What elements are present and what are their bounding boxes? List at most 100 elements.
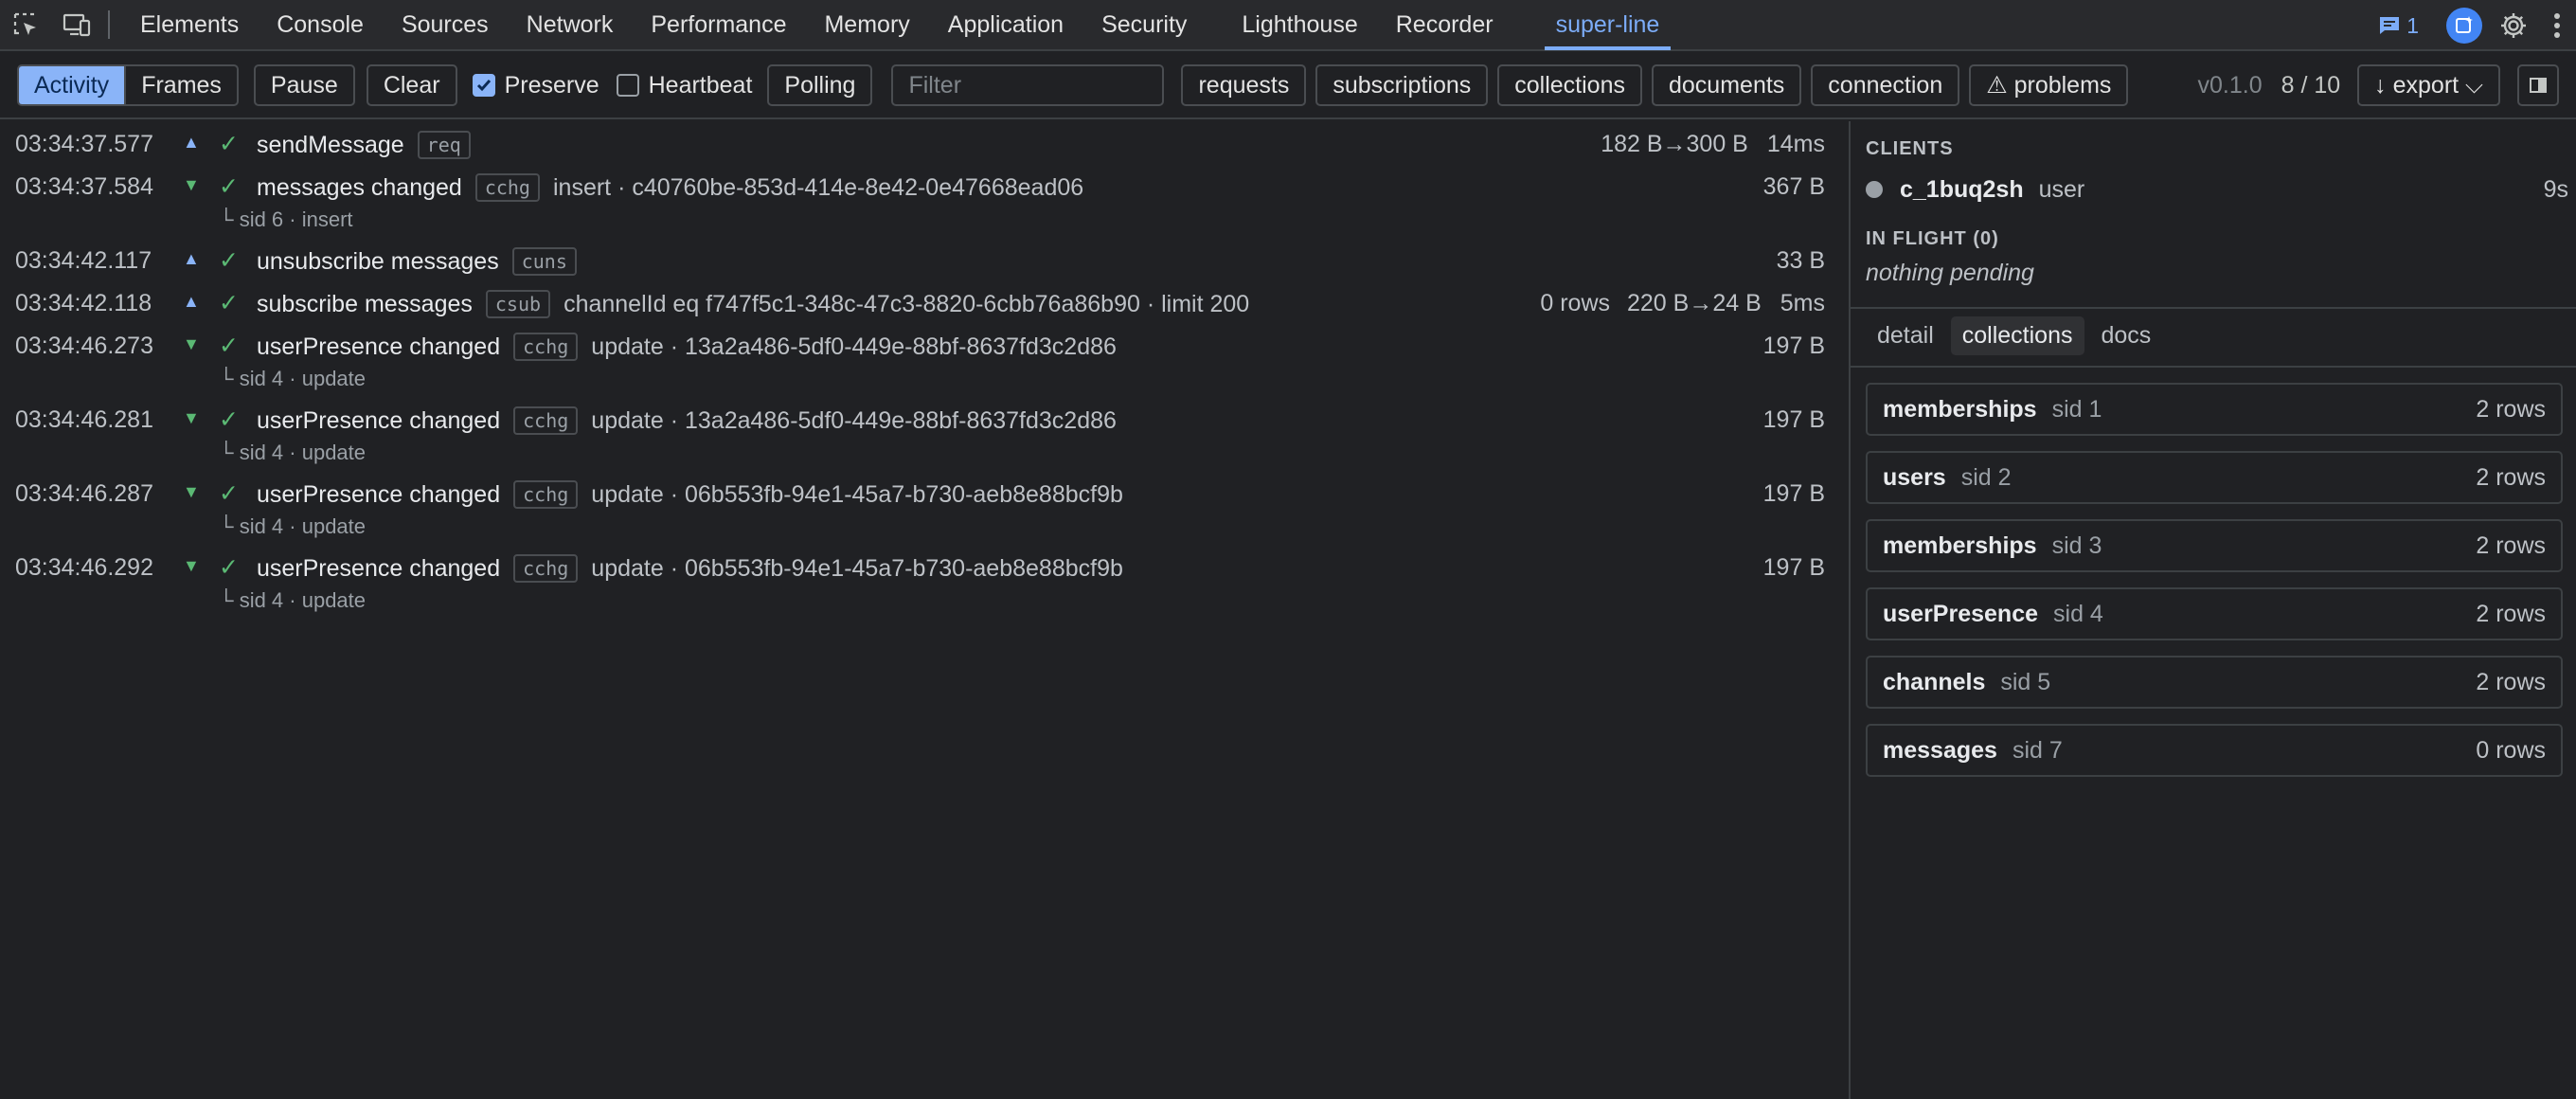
- version-label: v0.1.0: [2197, 71, 2263, 99]
- collection-name: messages: [1883, 736, 1997, 764]
- collection-rows: 2 rows: [2476, 463, 2546, 491]
- log-row[interactable]: 03:34:42.118 ▲ ✓ subscribe messages csub…: [0, 282, 1847, 324]
- collection-sid: sid 7: [2012, 736, 2063, 764]
- log-timestamp: 03:34:46.273: [15, 333, 153, 359]
- tab-console[interactable]: Console: [258, 0, 383, 50]
- view-activity-button[interactable]: Activity: [19, 66, 125, 104]
- log-row[interactable]: 03:34:46.292 ▼ ✓ userPresence changed cc…: [0, 547, 1847, 612]
- log-row[interactable]: 03:34:46.287 ▼ ✓ userPresence changed cc…: [0, 473, 1847, 538]
- heartbeat-checkbox[interactable]: Heartbeat: [616, 71, 753, 99]
- collection-item[interactable]: users sid 2 2 rows: [1866, 451, 2563, 504]
- log-meta: 197 B: [1763, 333, 1825, 360]
- issues-counter[interactable]: 1: [2378, 13, 2419, 39]
- log-size: 182 B→300 B: [1601, 131, 1748, 157]
- heartbeat-label: Heartbeat: [648, 71, 753, 99]
- log-main: userPresence changed cchg update · 06b55…: [257, 554, 1123, 583]
- in-flight-empty: nothing pending: [1866, 260, 2034, 286]
- log-badge: cchg: [513, 480, 579, 509]
- ai-assistance-button[interactable]: [2440, 0, 2489, 51]
- log-name: userPresence changed: [257, 554, 501, 582]
- preserve-check-box[interactable]: [472, 74, 495, 97]
- pause-button[interactable]: Pause: [253, 64, 355, 106]
- log-timestamp: 03:34:37.584: [15, 173, 153, 200]
- log-meta: 33 B: [1777, 247, 1825, 275]
- tab-network[interactable]: Network: [508, 0, 633, 50]
- filter-requests-button[interactable]: requests: [1181, 64, 1307, 106]
- tab-super-line[interactable]: super-line: [1537, 0, 1679, 50]
- tab-elements[interactable]: Elements: [121, 0, 258, 50]
- log-detail: update · 13a2a486-5df0-449e-88bf-8637fd3…: [591, 333, 1117, 360]
- collection-sid: sid 4: [2053, 600, 2103, 627]
- polling-button[interactable]: Polling: [767, 64, 873, 106]
- tab-security[interactable]: Security: [1082, 0, 1206, 50]
- log-badge: cchg: [513, 406, 579, 435]
- collection-sid: sid 3: [2051, 531, 2102, 559]
- export-dropdown[interactable]: ↓ export ⌵: [2357, 64, 2500, 106]
- log-row[interactable]: 03:34:46.273 ▼ ✓ userPresence changed cc…: [0, 325, 1847, 390]
- collection-item[interactable]: memberships sid 1 2 rows: [1866, 383, 2563, 436]
- log-timestamp: 03:34:42.118: [15, 290, 152, 316]
- tab-collections[interactable]: collections: [1950, 316, 2084, 355]
- log-timestamp: 03:34:46.287: [15, 480, 153, 507]
- success-check-icon: ✓: [219, 554, 239, 581]
- issues-icon: [2380, 17, 2400, 34]
- view-toggle: Activity Frames: [17, 64, 239, 106]
- collection-rows: 0 rows: [2476, 736, 2546, 764]
- collection-item[interactable]: messages sid 7 0 rows: [1866, 724, 2563, 777]
- collection-item[interactable]: channels sid 5 2 rows: [1866, 656, 2563, 709]
- filter-subscriptions-button[interactable]: subscriptions: [1315, 64, 1489, 106]
- log-badge: cchg: [474, 173, 540, 202]
- log-meta: 197 B: [1763, 480, 1825, 508]
- tab-detail[interactable]: detail: [1866, 316, 1945, 355]
- tab-sources[interactable]: Sources: [383, 0, 508, 50]
- incoming-arrow-icon: ▼: [183, 334, 200, 353]
- log-meta: 197 B: [1763, 554, 1825, 582]
- log-subline: └ sid 4 · update: [219, 441, 367, 464]
- heartbeat-check-box[interactable]: [616, 74, 639, 97]
- log-meta: 367 B: [1763, 173, 1825, 201]
- collection-name: memberships: [1883, 531, 2037, 559]
- log-row[interactable]: 03:34:37.577 ▲ ✓ sendMessage req 182 B→3…: [0, 123, 1847, 165]
- collection-item[interactable]: memberships sid 3 2 rows: [1866, 519, 2563, 572]
- filter-problems-button[interactable]: ⚠ problems: [1969, 64, 2129, 106]
- checkmark-icon: [476, 80, 491, 92]
- clear-button[interactable]: Clear: [366, 64, 457, 106]
- log-name: unsubscribe messages: [257, 247, 499, 275]
- client-status-dot: [1866, 181, 1883, 198]
- tab-docs[interactable]: docs: [2090, 316, 2163, 355]
- inspector-sidebar: CLIENTS c_1buq2sh user 9s IN FLIGHT (0) …: [1851, 121, 2576, 1099]
- log-size: 197 B: [1762, 480, 1825, 507]
- log-duration: 14ms: [1766, 131, 1825, 157]
- issues-count: 1: [2406, 12, 2419, 38]
- tab-performance[interactable]: Performance: [632, 0, 805, 50]
- collection-item[interactable]: userPresence sid 4 2 rows: [1866, 587, 2563, 640]
- tab-application[interactable]: Application: [929, 0, 1082, 50]
- log-main: sendMessage req: [257, 131, 471, 159]
- filter-documents-button[interactable]: documents: [1652, 64, 1802, 106]
- log-name: sendMessage: [257, 131, 404, 158]
- log-size: 367 B: [1762, 173, 1825, 200]
- preserve-checkbox[interactable]: Preserve: [472, 72, 599, 99]
- log-name: userPresence changed: [257, 480, 501, 508]
- filter-input[interactable]: [891, 64, 1165, 106]
- incoming-arrow-icon: ▼: [183, 556, 200, 575]
- log-row[interactable]: 03:34:46.281 ▼ ✓ userPresence changed cc…: [0, 399, 1847, 464]
- toggle-sidebar-button[interactable]: [2517, 64, 2559, 106]
- log-row[interactable]: 03:34:42.117 ▲ ✓ unsubscribe messages cu…: [0, 240, 1847, 281]
- log-row[interactable]: 03:34:37.584 ▼ ✓ messages changed cchg i…: [0, 166, 1847, 231]
- tab-lighthouse[interactable]: Lighthouse: [1223, 0, 1376, 50]
- filter-connection-button[interactable]: connection: [1811, 64, 1960, 106]
- device-toolbar-icon[interactable]: [51, 0, 102, 50]
- collection-rows: 2 rows: [2476, 668, 2546, 695]
- more-vert-icon[interactable]: [2538, 0, 2576, 51]
- tab-memory[interactable]: Memory: [805, 0, 928, 50]
- tab-recorder[interactable]: Recorder: [1377, 0, 1512, 50]
- inspect-element-icon[interactable]: [0, 0, 51, 50]
- log-main: userPresence changed cchg update · 13a2a…: [257, 333, 1117, 361]
- client-row[interactable]: c_1buq2sh user 9s: [1866, 171, 2568, 208]
- log-subline: └ sid 6 · insert: [219, 207, 353, 231]
- settings-gear-icon[interactable]: [2489, 0, 2538, 51]
- view-frames-button[interactable]: Frames: [124, 66, 237, 104]
- log-duration: 5ms: [1780, 290, 1825, 316]
- filter-collections-button[interactable]: collections: [1497, 64, 1642, 106]
